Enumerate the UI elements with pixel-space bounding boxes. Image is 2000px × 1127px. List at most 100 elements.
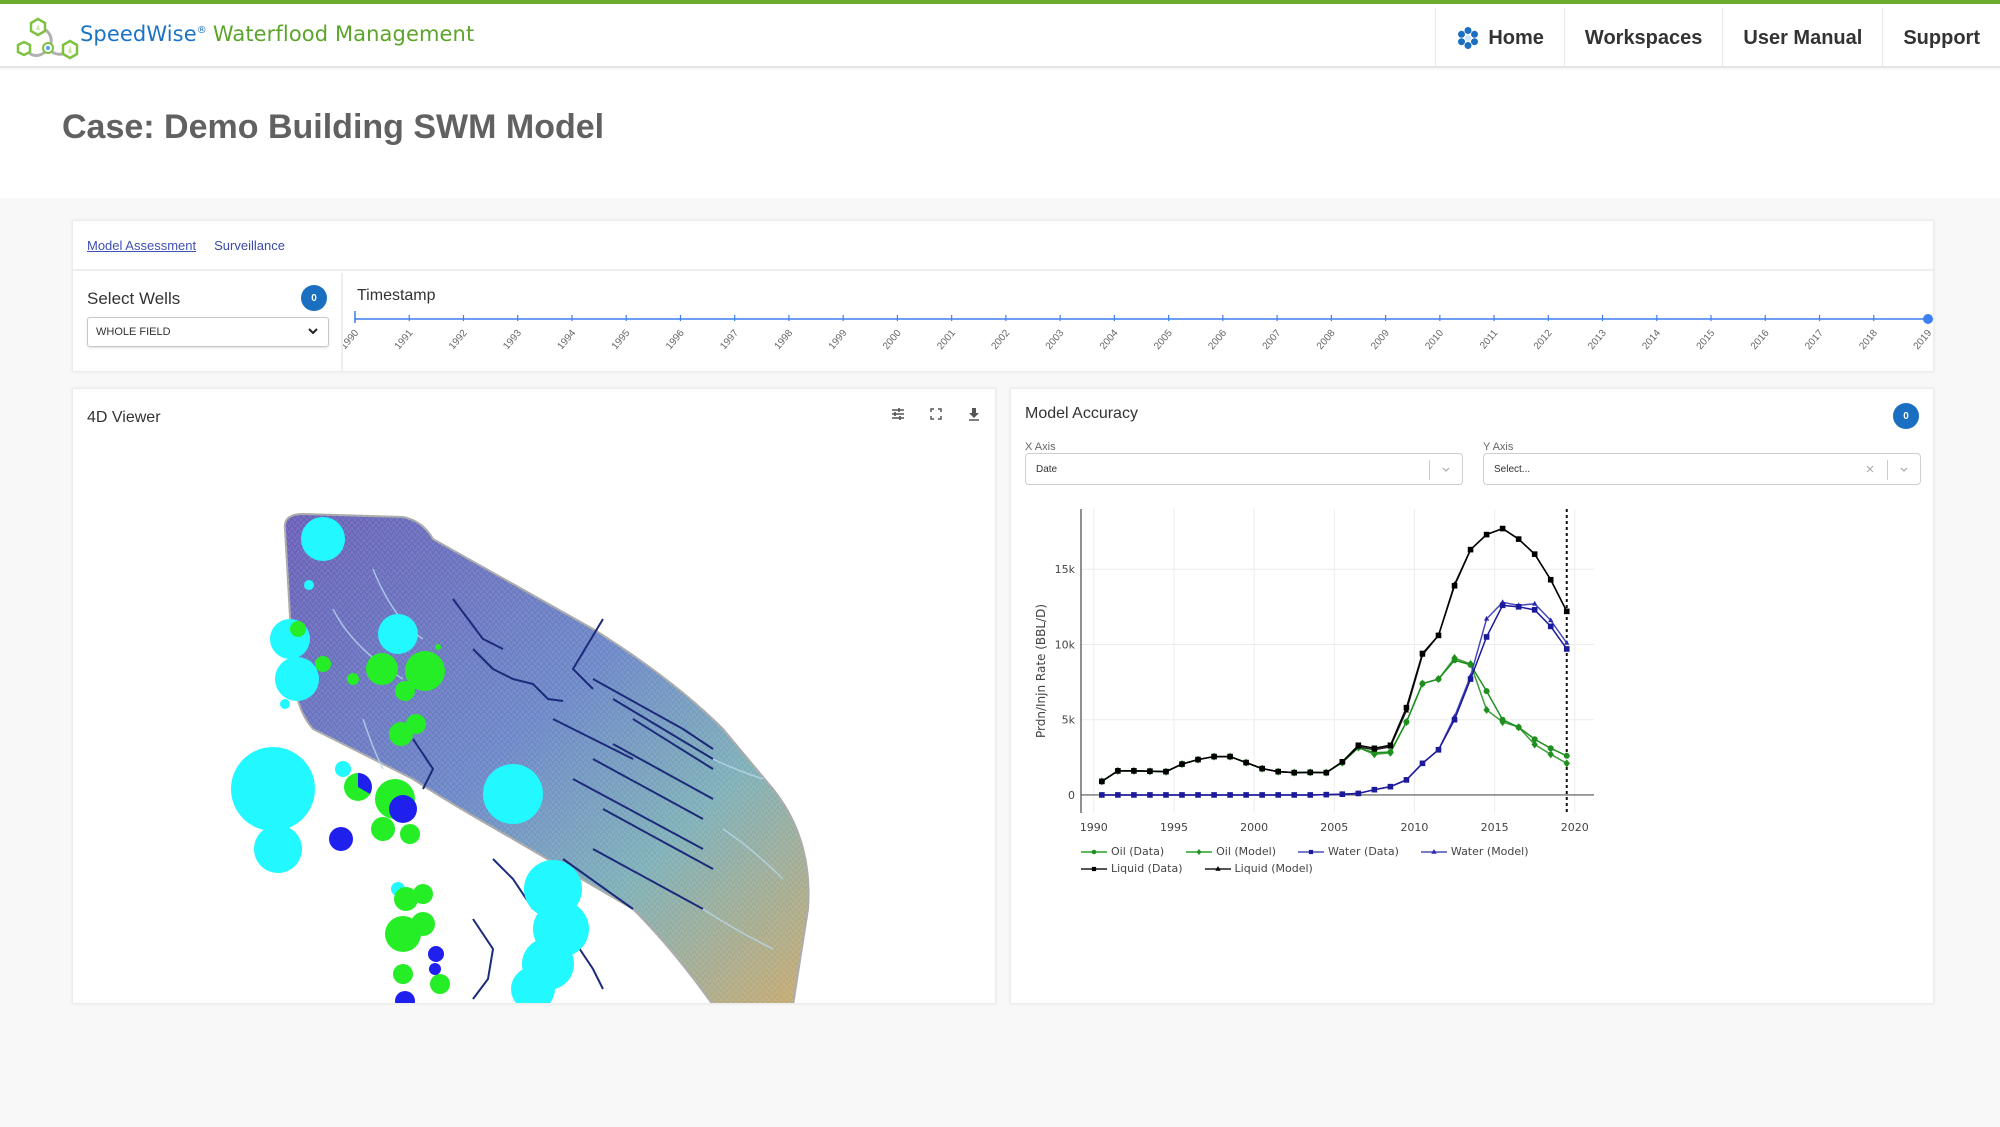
data-point — [1308, 849, 1314, 854]
timeline-handle[interactable] — [1923, 314, 1933, 324]
legend-item[interactable]: Water (Data) — [1298, 845, 1399, 858]
data-point — [1131, 768, 1137, 774]
data-point — [1275, 792, 1281, 798]
timestamp-slider[interactable]: 1990 1991 1992 1993 1994 1995 1996 1997 1998 1999… — [343, 273, 1933, 373]
timeline-year-label: 1992 — [447, 328, 470, 352]
nav-support[interactable]: Support — [1882, 8, 2000, 68]
legend-label: Oil (Data) — [1111, 845, 1165, 858]
data-point — [1483, 705, 1490, 714]
download-icon[interactable] — [965, 405, 983, 423]
data-point — [1531, 607, 1538, 613]
timeline-year-label: 2007 — [1261, 328, 1284, 352]
legend-row: Oil (Data) Oil (Model) Water (Data) Water (… — [1081, 843, 1601, 860]
timeline-year-label: 2012 — [1532, 328, 1555, 352]
legend-label: Water (Model) — [1450, 845, 1529, 858]
legend-item[interactable]: Liquid (Data) — [1081, 862, 1183, 875]
legend-swatch — [1186, 848, 1213, 855]
data-point — [1323, 769, 1330, 776]
timeline-year-label: 2014 — [1640, 328, 1663, 352]
legend-swatch — [1081, 849, 1107, 854]
y-axis-title: Prdn/Injn Rate (BBL/D) — [1034, 604, 1048, 738]
viewer-title: 4D Viewer — [87, 409, 161, 426]
legend-swatch — [1298, 849, 1325, 854]
data-point — [1467, 546, 1474, 553]
legend-label: Liquid (Data) — [1111, 862, 1183, 875]
data-point — [1435, 746, 1442, 753]
select-wells-panel: Select Wells 0 WHOLE FIELD — [73, 273, 343, 371]
model-accuracy-chart[interactable]: 199019952000200520102015202005k10k15kYea… — [1011, 389, 1935, 849]
timeline-year-label: 2003 — [1044, 328, 1067, 352]
legend-swatch — [1204, 865, 1231, 871]
data-point — [1339, 791, 1346, 797]
speedwise-logo-icon — [16, 17, 79, 60]
4d-viewer-canvas[interactable] — [73, 389, 996, 1004]
timeline-year-label: 2010 — [1423, 328, 1446, 352]
data-point — [1147, 768, 1153, 774]
legend-item[interactable]: Water (Model) — [1420, 845, 1529, 858]
model-accuracy-card: Model Accuracy 0 X Axis Date Y Axis Sele… — [1010, 388, 1934, 1004]
data-point — [1195, 756, 1201, 763]
app-header: SpeedWise® Waterflood Management Home Wor… — [0, 4, 2000, 68]
data-point — [1531, 551, 1538, 557]
tab-surveillance[interactable]: Surveillance — [214, 238, 285, 253]
data-point — [1563, 646, 1570, 652]
timeline-year-label: 2005 — [1152, 328, 1175, 352]
viewer-card: 4D Viewer — [72, 388, 996, 1004]
timeline-year-label: 2006 — [1206, 328, 1229, 352]
data-point — [1483, 531, 1490, 538]
timestamp-panel: Timestamp 1990 1991 1992 1993 1994 1995 1996 19… — [343, 273, 1933, 371]
wells-dropdown[interactable]: WHOLE FIELD — [87, 317, 329, 347]
nav-user-manual[interactable]: User Manual — [1722, 8, 1882, 68]
data-point — [1091, 866, 1097, 871]
nav-home[interactable]: Home — [1435, 8, 1564, 68]
data-point — [1563, 608, 1570, 615]
timeline-year-label: 1995 — [610, 328, 633, 352]
timeline-year-label: 2000 — [881, 328, 904, 352]
timeline-year-label: 2018 — [1857, 328, 1880, 352]
timeline-year-label: 2016 — [1749, 328, 1772, 352]
viewer-toolbar — [889, 405, 983, 423]
timeline-year-label: 1994 — [556, 328, 579, 352]
data-point — [1451, 716, 1458, 723]
data-point — [1531, 600, 1538, 606]
settings-sliders-icon[interactable] — [889, 405, 907, 423]
legend-row: Liquid (Data) Liquid (Model) — [1081, 860, 1601, 877]
tab-model-assessment[interactable]: Model Assessment — [87, 238, 196, 253]
data-point — [1371, 786, 1378, 793]
legend-item[interactable]: Liquid (Model) — [1204, 862, 1313, 875]
data-point — [1419, 679, 1426, 688]
filters-row: Select Wells 0 WHOLE FIELD Timestamp 199… — [73, 273, 1933, 371]
x-tick-label: 2005 — [1320, 821, 1348, 834]
data-point — [1547, 576, 1554, 583]
data-point — [1387, 742, 1394, 749]
legend-label: Water (Data) — [1328, 845, 1399, 858]
wells-count-badge: 0 — [301, 285, 327, 311]
data-point — [1099, 792, 1105, 798]
timeline-year-label: 2001 — [935, 328, 958, 352]
legend-item[interactable]: Oil (Data) — [1081, 845, 1164, 858]
timeline-year-label: 1991 — [393, 328, 416, 352]
timeline-year-label: 2013 — [1586, 328, 1609, 352]
data-point — [1323, 791, 1330, 798]
brand-title: SpeedWise® Waterflood Management — [80, 22, 475, 46]
timeline-year-label: 2008 — [1315, 328, 1338, 352]
data-point — [1355, 742, 1362, 749]
legend-item[interactable]: Oil (Model) — [1186, 845, 1276, 858]
data-point — [1163, 768, 1169, 775]
timeline-year-label: 2019 — [1912, 328, 1933, 352]
timeline-year-label: 1997 — [718, 328, 741, 352]
top-nav: Home Workspaces User Manual Support — [1435, 8, 2000, 68]
fullscreen-icon[interactable] — [927, 405, 945, 423]
data-point — [1483, 688, 1490, 695]
data-point — [1371, 745, 1378, 752]
x-tick-label: 1995 — [1160, 821, 1188, 834]
data-point — [1099, 778, 1105, 785]
chevron-down-icon — [308, 328, 318, 335]
data-point — [1403, 704, 1410, 711]
wells-dropdown-value: WHOLE FIELD — [96, 326, 171, 338]
legend-swatch — [1081, 866, 1107, 871]
data-point — [1483, 634, 1490, 640]
data-point — [1419, 760, 1426, 767]
timeline-year-label: 2015 — [1695, 328, 1718, 352]
nav-workspaces[interactable]: Workspaces — [1563, 8, 1722, 68]
